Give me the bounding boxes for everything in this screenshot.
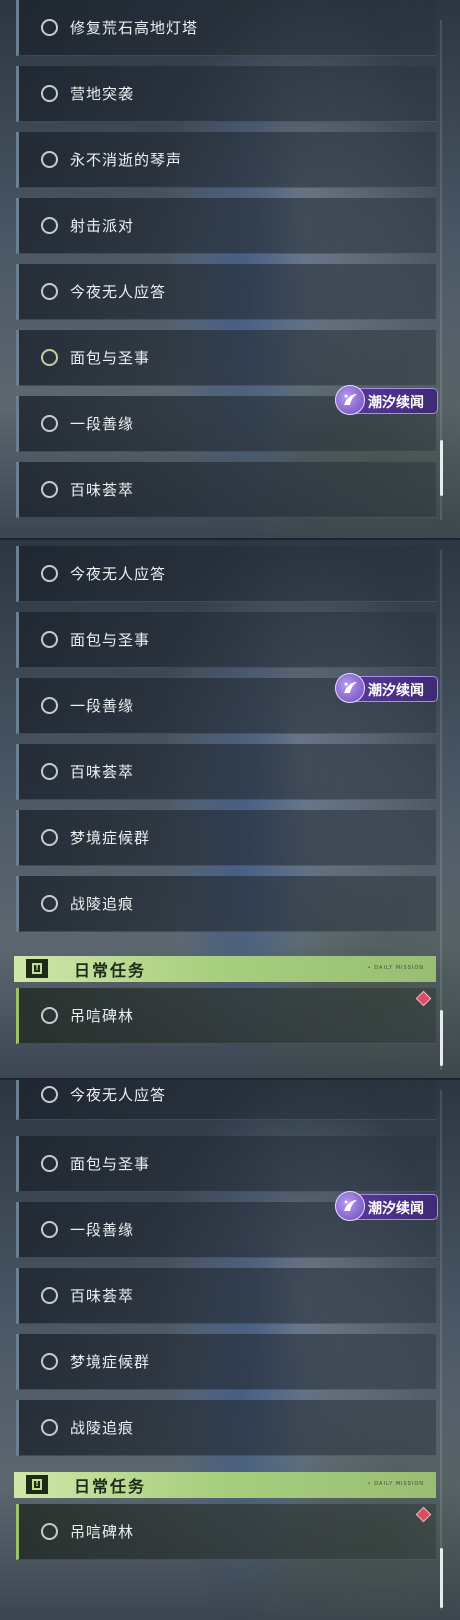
quest-label: 吊唁碑林 (70, 1523, 135, 1541)
tidal-news-badge[interactable]: 潮汐续闻 (335, 673, 438, 703)
tidal-news-icon (335, 385, 365, 415)
quest-label: 百味荟萃 (70, 763, 135, 781)
scrollbar-thumb[interactable] (440, 440, 443, 496)
quest-label: 营地突袭 (70, 85, 135, 103)
quest-status-circle-icon (41, 1086, 58, 1103)
quest-label: 永不消逝的琴声 (70, 151, 183, 169)
quest-status-circle-icon (41, 697, 58, 714)
quest-label: 战陵追痕 (70, 895, 135, 913)
quest-label: 今夜无人应答 (70, 565, 167, 583)
quest-label: 一段善缘 (70, 415, 135, 433)
quest-status-circle-icon (41, 1419, 58, 1436)
quest-item[interactable]: 百味荟萃 (16, 462, 436, 518)
quest-status-circle-icon (41, 217, 58, 234)
quest-label: 吊唁碑林 (70, 1007, 135, 1025)
badge-label: 潮汐续闻 (368, 395, 424, 411)
quest-status-circle-icon (41, 151, 58, 168)
quest-label: 修复荒石高地灯塔 (70, 19, 199, 37)
scrollbar-thumb[interactable] (440, 1010, 443, 1066)
quest-status-circle-icon (41, 1007, 58, 1024)
quest-status-circle-icon (41, 349, 58, 366)
quest-item[interactable]: 永不消逝的琴声 (16, 132, 436, 188)
quest-item[interactable]: 修复荒石高地灯塔 (16, 0, 436, 56)
quest-status-circle-icon (41, 1155, 58, 1172)
quest-item[interactable]: 梦境症候群 (16, 1334, 436, 1390)
alert-icon: ! (26, 959, 48, 978)
daily-missions-title: 日常任务 (74, 961, 147, 980)
quest-item[interactable]: 营地突袭 (16, 66, 436, 122)
quest-status-circle-icon (41, 1523, 58, 1540)
quest-item[interactable]: 面包与圣事 (16, 330, 436, 386)
scrollbar-thumb[interactable] (440, 1548, 443, 1608)
quest-item[interactable]: 面包与圣事 (16, 612, 436, 668)
quest-label: 百味荟萃 (70, 481, 135, 499)
daily-missions-header: ! 日常任务 • DAILY MISSION (14, 1472, 436, 1498)
tidal-news-icon (335, 673, 365, 703)
quest-item[interactable]: 梦境症候群 (16, 810, 436, 866)
quest-item[interactable]: 面包与圣事 (16, 1136, 436, 1192)
daily-missions-subtitle: • DAILY MISSION (367, 965, 424, 971)
badge-label: 潮汐续闻 (368, 683, 424, 699)
quest-status-circle-icon (41, 283, 58, 300)
quest-status-circle-icon (41, 565, 58, 582)
quest-label: 面包与圣事 (70, 631, 151, 649)
quest-item[interactable]: 百味荟萃 (16, 1268, 436, 1324)
quest-status-circle-icon (41, 1353, 58, 1370)
quest-status-circle-icon (41, 895, 58, 912)
tidal-news-badge[interactable]: 潮汐续闻 (335, 385, 438, 415)
quest-status-circle-icon (41, 1221, 58, 1238)
tidal-news-icon (335, 1191, 365, 1221)
daily-quest-item[interactable]: 吊唁碑林 (16, 988, 436, 1044)
daily-quest-item[interactable]: 吊唁碑林 (16, 1504, 436, 1560)
quest-label: 战陵追痕 (70, 1419, 135, 1437)
quest-item[interactable]: 今夜无人应答 (16, 546, 436, 602)
quest-label: 面包与圣事 (70, 1155, 151, 1173)
tidal-news-badge[interactable]: 潮汐续闻 (335, 1191, 438, 1221)
quest-item[interactable]: 百味荟萃 (16, 744, 436, 800)
quest-item[interactable]: 战陵追痕 (16, 876, 436, 932)
quest-item[interactable]: 战陵追痕 (16, 1400, 436, 1456)
quest-status-circle-icon (41, 1287, 58, 1304)
quest-label: 面包与圣事 (70, 349, 151, 367)
scrollbar-track[interactable] (440, 1090, 442, 1610)
daily-missions-header: ! 日常任务 • DAILY MISSION (14, 956, 436, 982)
quest-status-circle-icon (41, 19, 58, 36)
quest-list-panel-1: 修复荒石高地灯塔 营地突袭 永不消逝的琴声 射击派对 今夜无人应答 面包与圣事 … (0, 0, 460, 540)
alert-icon: ! (26, 1475, 48, 1494)
quest-status-circle-icon (41, 415, 58, 432)
quest-item[interactable]: 今夜无人应答 (16, 264, 436, 320)
quest-label: 一段善缘 (70, 697, 135, 715)
quest-item[interactable]: 今夜无人应答 (16, 1080, 436, 1120)
quest-status-circle-icon (41, 763, 58, 780)
quest-label: 梦境症候群 (70, 829, 151, 847)
quest-status-circle-icon (41, 85, 58, 102)
quest-status-circle-icon (41, 631, 58, 648)
quest-status-circle-icon (41, 829, 58, 846)
daily-missions-subtitle: • DAILY MISSION (367, 1481, 424, 1487)
quest-list-panel-3: 今夜无人应答 面包与圣事 一段善缘 百味荟萃 梦境症候群 战陵追痕 潮汐续闻 !… (0, 1080, 460, 1620)
daily-missions-title: 日常任务 (74, 1477, 147, 1496)
quest-label: 一段善缘 (70, 1221, 135, 1239)
quest-list-panel-2: 今夜无人应答 面包与圣事 一段善缘 百味荟萃 梦境症候群 战陵追痕 潮汐续闻 !… (0, 540, 460, 1080)
quest-label: 今夜无人应答 (70, 1086, 167, 1104)
quest-status-circle-icon (41, 481, 58, 498)
quest-label: 今夜无人应答 (70, 283, 167, 301)
quest-label: 梦境症候群 (70, 1353, 151, 1371)
badge-label: 潮汐续闻 (368, 1201, 424, 1217)
scrollbar-track[interactable] (440, 550, 442, 1070)
quest-label: 百味荟萃 (70, 1287, 135, 1305)
quest-item[interactable]: 射击派对 (16, 198, 436, 254)
quest-label: 射击派对 (70, 217, 135, 235)
